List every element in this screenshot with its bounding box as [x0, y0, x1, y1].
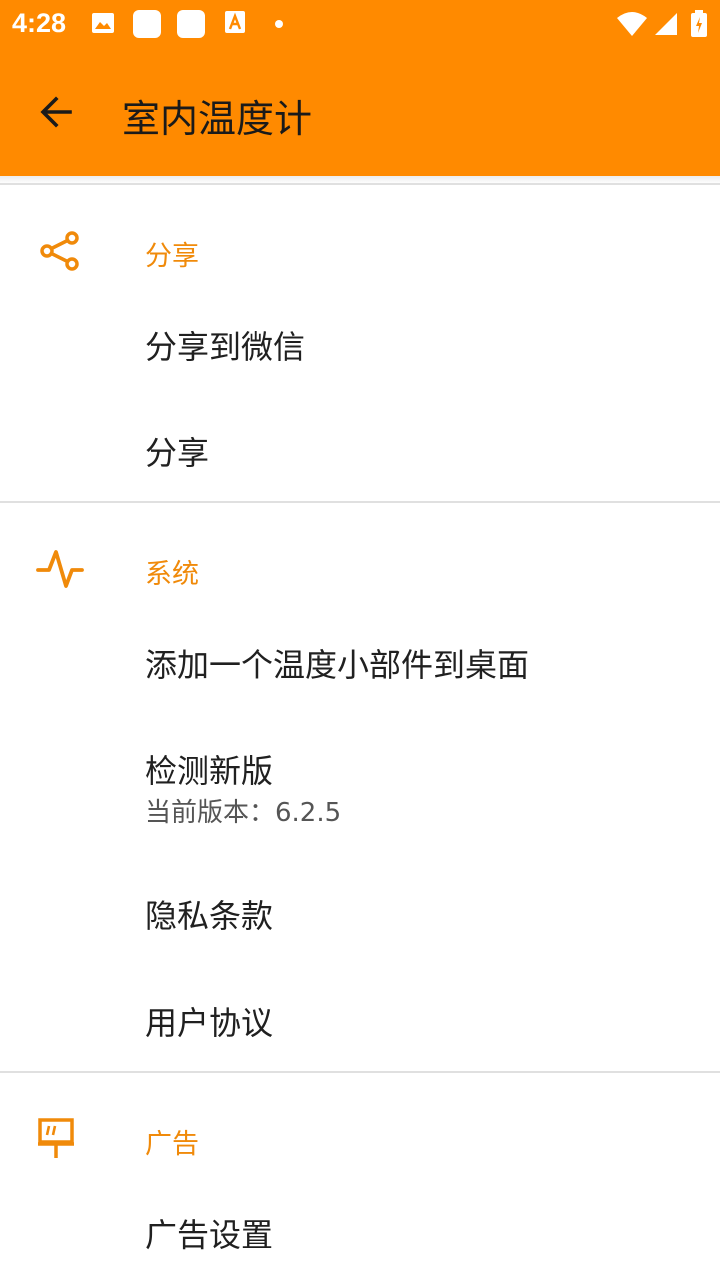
battery-icon: [691, 10, 707, 37]
pulse-icon: [36, 550, 84, 588]
divider: [0, 501, 720, 503]
app-icon: [177, 10, 205, 38]
category-title-system: 系统: [145, 559, 199, 590]
dot-icon: [275, 20, 283, 28]
signal-icon: [655, 13, 677, 35]
user-agreement-item[interactable]: 用户协议: [0, 964, 720, 1070]
ad-settings-item[interactable]: 广告设置: [0, 1178, 720, 1280]
accessibility-icon: [225, 11, 245, 33]
add-widget-item[interactable]: 添加一个温度小部件到桌面: [0, 608, 720, 712]
arrow-back-icon: [40, 96, 72, 128]
share-icon: [40, 231, 79, 271]
status-bar: 4:28: [0, 0, 720, 48]
share-item[interactable]: 分享: [0, 394, 720, 500]
divider: [0, 1071, 720, 1073]
share-to-wechat-item[interactable]: 分享到微信: [0, 290, 720, 394]
divider: [0, 183, 720, 185]
item-label: 检测新版: [145, 752, 274, 790]
item-label: 隐私条款: [145, 897, 274, 935]
back-button[interactable]: [32, 90, 80, 134]
wifi-icon: [617, 12, 647, 36]
item-label: 分享: [145, 434, 210, 472]
category-title-share: 分享: [145, 241, 199, 272]
item-label: 添加一个温度小部件到桌面: [145, 646, 530, 684]
privacy-policy-item[interactable]: 隐私条款: [0, 858, 720, 964]
app-icon: [133, 10, 161, 38]
item-label: 分享到微信: [145, 328, 306, 366]
check-update-item[interactable]: 检测新版 当前版本：6.2.5: [0, 712, 720, 858]
billboard-icon: [38, 1118, 74, 1158]
version-summary: 当前版本：6.2.5: [145, 798, 342, 828]
item-label: 广告设置: [145, 1216, 274, 1254]
app-bar: 室内温度计: [0, 48, 720, 176]
item-label: 用户协议: [145, 1004, 274, 1042]
image-icon: [92, 13, 114, 33]
category-title-ads: 广告: [145, 1129, 199, 1160]
page-title: 室内温度计: [122, 97, 313, 141]
status-time: 4:28: [12, 8, 67, 38]
